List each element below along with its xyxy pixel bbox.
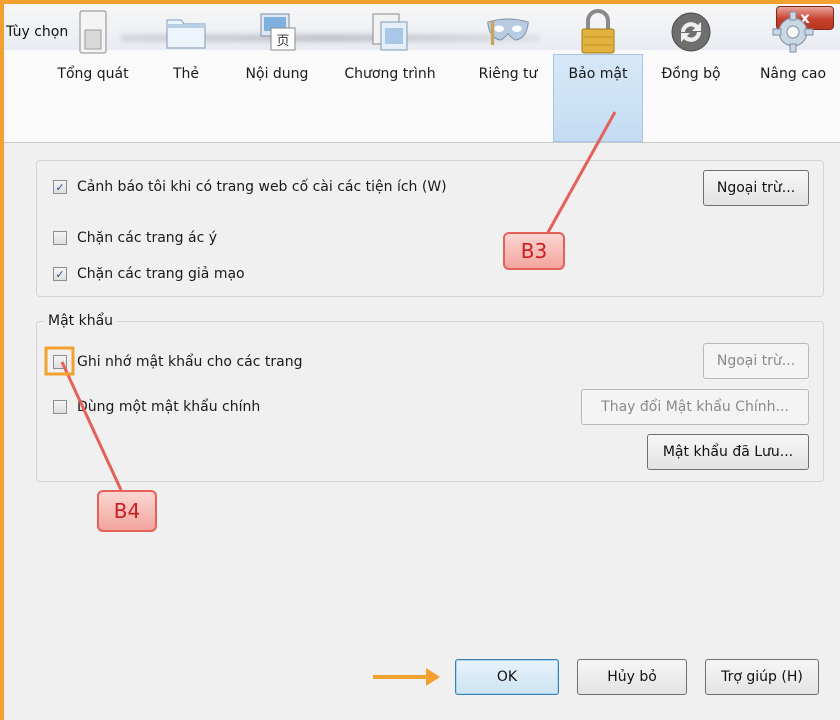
checkbox-highlight [44,346,75,376]
b4-callout: B4 [97,490,157,532]
ok-button[interactable]: OK [455,659,559,695]
cancel-button[interactable]: Hủy bỏ [577,659,687,695]
b4-pointer-line [60,361,123,491]
b3-pointer-line [544,111,617,237]
b3-callout: B3 [503,232,565,270]
ok-pointer-head [426,668,440,686]
annotation-arrows [44,111,617,686]
help-button[interactable]: Trợ giúp (H) [705,659,819,695]
